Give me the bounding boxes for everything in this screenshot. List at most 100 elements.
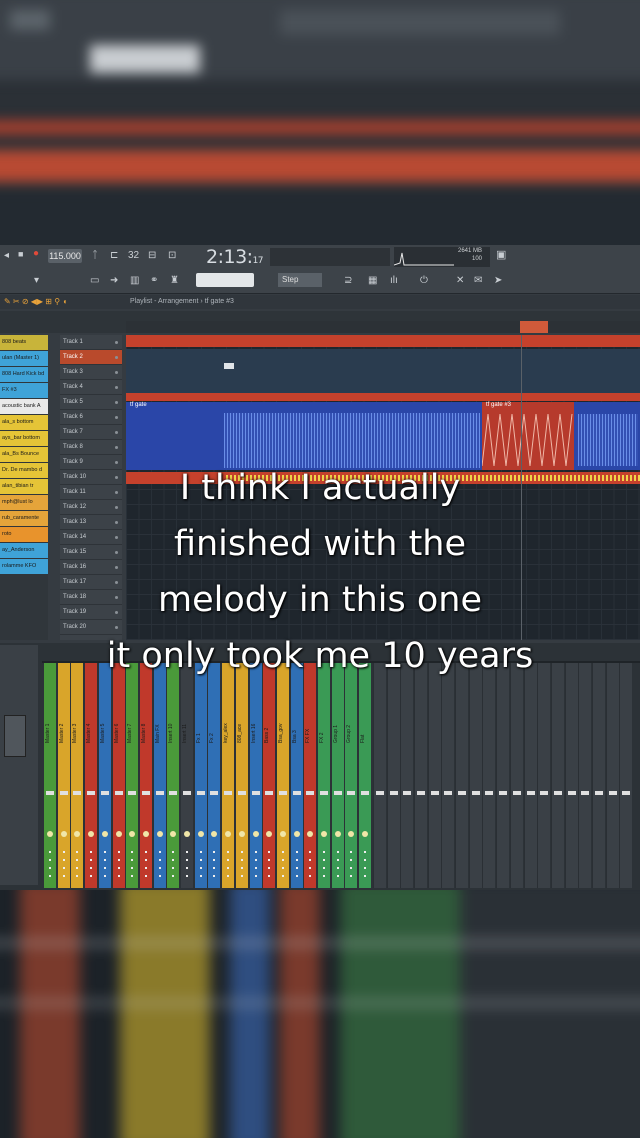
loop-marker[interactable] [520, 321, 548, 333]
mixer-strip-empty[interactable] [386, 663, 400, 888]
mixer-strip[interactable]: Bsa 3 [290, 663, 303, 888]
pan-knob[interactable] [238, 831, 245, 837]
volume-fader[interactable] [553, 791, 562, 795]
track-activity-dot[interactable] [115, 446, 118, 449]
pan-knob[interactable] [101, 831, 108, 837]
mixer-strip[interactable]: FX FX [304, 663, 317, 888]
mixer-strip-empty[interactable] [578, 663, 592, 888]
power-icon[interactable]: ⏻ [420, 275, 428, 286]
pan-knob[interactable] [74, 831, 81, 837]
pan-knob[interactable] [197, 831, 204, 837]
record-mode-icon[interactable]: ⊇ [344, 275, 352, 286]
mixer-strip[interactable]: Master 8 [139, 663, 152, 888]
chat-icon[interactable]: ✉ [474, 275, 482, 286]
volume-fader[interactable] [347, 791, 356, 795]
arrow-icon[interactable]: ➜ [110, 275, 118, 286]
pan-knob[interactable] [348, 831, 355, 837]
mixer-strip-empty[interactable] [413, 663, 427, 888]
mixer-strip[interactable]: Master 6 [112, 663, 125, 888]
volume-fader[interactable] [389, 791, 398, 795]
mixer-strip[interactable]: Master 2 [57, 663, 70, 888]
mixer-strip[interactable]: Flat [359, 663, 372, 888]
pan-knob[interactable] [307, 831, 314, 837]
mixer-strip[interactable]: Insert 10 [167, 663, 180, 888]
mixer-strip[interactable]: Bsa_gov [276, 663, 289, 888]
volume-fader[interactable] [512, 791, 521, 795]
track-activity-dot[interactable] [115, 356, 118, 359]
track-activity-dot[interactable] [115, 416, 118, 419]
track-header[interactable]: Track 2 [60, 350, 122, 365]
browser-item[interactable]: acoustic bank A [0, 399, 48, 414]
volume-fader[interactable] [210, 791, 219, 795]
mixer-strip[interactable]: Master 3 [71, 663, 84, 888]
pattern-selector-icon[interactable]: ▾ [34, 275, 39, 286]
mixer-strip-empty[interactable] [400, 663, 414, 888]
track-header[interactable]: Track 7 [60, 425, 122, 440]
mixer-strip[interactable]: Master 7 [126, 663, 139, 888]
pan-knob[interactable] [170, 831, 177, 837]
snap-selector[interactable] [196, 273, 254, 287]
link-icon[interactable]: ⚭ [150, 275, 158, 286]
track-header[interactable]: Track 5 [60, 395, 122, 410]
pattern-number[interactable]: 32 [128, 250, 139, 261]
plugin-icon[interactable]: ♜ [170, 275, 179, 286]
pan-knob[interactable] [266, 831, 273, 837]
track-header[interactable]: Track 3 [60, 365, 122, 380]
volume-fader[interactable] [237, 791, 246, 795]
mixer-strip[interactable]: Group 2 [345, 663, 358, 888]
mixer-strip[interactable]: Master 1 [44, 663, 56, 888]
mixer-strip[interactable]: key_alex [222, 663, 235, 888]
volume-fader[interactable] [526, 791, 535, 795]
mixer-strip[interactable]: Insert 11 [181, 663, 193, 888]
forward-icon[interactable]: ➤ [494, 275, 502, 286]
mixer-strip-empty[interactable] [592, 663, 605, 888]
volume-fader[interactable] [251, 791, 260, 795]
mixer-strip[interactable]: 808_ace [235, 663, 248, 888]
window-icon[interactable]: ▣ [496, 248, 506, 261]
mixer-strip-empty[interactable] [455, 663, 468, 888]
pan-knob[interactable] [88, 831, 95, 837]
volume-fader[interactable] [292, 791, 301, 795]
track-header[interactable]: Track 8 [60, 440, 122, 455]
volume-fader[interactable] [567, 791, 576, 795]
volume-fader[interactable] [169, 791, 178, 795]
volume-fader[interactable] [59, 791, 68, 795]
clip-track1[interactable] [126, 335, 640, 347]
track-activity-dot[interactable] [115, 371, 118, 374]
stop-button[interactable]: ■ [18, 249, 23, 259]
volume-fader[interactable] [375, 791, 384, 795]
tempo-display[interactable]: 115.000 [48, 249, 82, 263]
mixer-strip[interactable]: Master 4 [85, 663, 98, 888]
mixer-strip[interactable]: Master 5 [98, 663, 111, 888]
mixer-strip[interactable]: Fx 2 [208, 663, 221, 888]
mixer-strip[interactable]: Main FX [153, 663, 166, 888]
track-activity-dot[interactable] [115, 401, 118, 404]
mixer-icon[interactable]: ılı [390, 275, 398, 286]
metronome-icon[interactable]: ᛏ [92, 250, 98, 261]
mixer-strip-empty[interactable] [550, 663, 564, 888]
mixer-strip-empty[interactable] [441, 663, 455, 888]
volume-fader[interactable] [333, 791, 342, 795]
volume-fader[interactable] [128, 791, 137, 795]
volume-fader[interactable] [540, 791, 549, 795]
volume-fader[interactable] [416, 791, 425, 795]
browser-item[interactable]: 808 Hard Kick bd [0, 367, 48, 382]
mixer-strip-empty[interactable] [482, 663, 496, 888]
volume-fader[interactable] [278, 791, 287, 795]
volume-fader[interactable] [430, 791, 439, 795]
countdown-icon[interactable]: ⊟ [148, 250, 156, 261]
mixer-strip-empty[interactable] [468, 663, 482, 888]
mixer-strip-empty[interactable] [523, 663, 537, 888]
mixer-strip-empty[interactable] [427, 663, 441, 888]
volume-fader[interactable] [196, 791, 205, 795]
volume-fader[interactable] [224, 791, 233, 795]
pan-knob[interactable] [184, 831, 190, 837]
wait-icon[interactable]: ⊏ [110, 250, 118, 261]
track-header[interactable]: Track 6 [60, 410, 122, 425]
track-activity-dot[interactable] [115, 341, 118, 344]
mixer-strip-empty[interactable] [619, 663, 633, 888]
piano-icon[interactable]: ▥ [130, 275, 139, 286]
loop-record-icon[interactable]: ⊡ [168, 250, 176, 261]
mixer-strip[interactable]: Bass 2 [263, 663, 276, 888]
volume-fader[interactable] [595, 791, 603, 795]
